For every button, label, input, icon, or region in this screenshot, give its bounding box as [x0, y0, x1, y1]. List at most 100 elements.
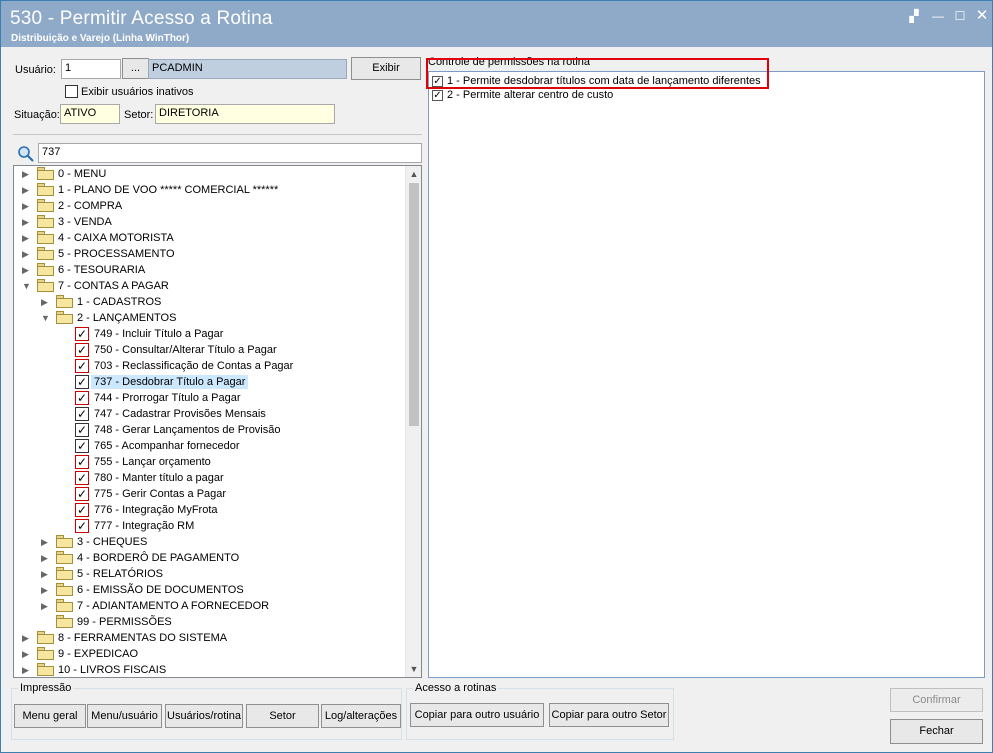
title-bar[interactable]: 530 - Permitir Acesso a Rotina Distribui…: [1, 1, 992, 47]
tree-routine-node[interactable]: ✓ 744 - Prorrogar Título a Pagar: [60, 390, 399, 406]
highlight-box: [426, 58, 769, 89]
show-inactive-label: Exibir usuários inativos: [81, 86, 194, 98]
print-log-button[interactable]: Log/alterações: [321, 704, 401, 728]
tree-routine-node[interactable]: ✓ 703 - Reclassificação de Contas a Pagar: [60, 358, 399, 374]
tree-routine-node[interactable]: ✓ 748 - Gerar Lançamentos de Provisão: [60, 422, 399, 438]
show-inactive-checkbox[interactable]: [65, 85, 78, 98]
tree-node-label: 3 - VENDA: [58, 216, 112, 228]
routine-checkbox[interactable]: ✓: [75, 343, 89, 357]
tree-folder-node[interactable]: 99 - PERMISSÕES: [41, 614, 399, 630]
tree-folder-node[interactable]: ▶ 3 - CHEQUES: [41, 534, 399, 550]
tree-folder-node[interactable]: ▶ 10 - LIVROS FISCAIS: [22, 662, 399, 677]
print-menu-geral-button[interactable]: Menu geral: [14, 704, 86, 728]
tree-routine-node[interactable]: ✓ 776 - Integração MyFrota: [60, 502, 399, 518]
close-icon[interactable]: ✕: [971, 7, 993, 25]
routine-checkbox[interactable]: ✓: [75, 359, 89, 373]
routine-checkbox[interactable]: ✓: [75, 519, 89, 533]
tree-folder-node[interactable]: ▶ 9 - EXPEDICAO: [22, 646, 399, 662]
expand-right-icon[interactable]: ▶: [22, 184, 32, 196]
scroll-down-icon[interactable]: ▼: [406, 661, 421, 677]
tree-folder-node[interactable]: ▶ 7 - ADIANTAMENTO A FORNECEDOR: [41, 598, 399, 614]
tree-routine-node[interactable]: ✓ 780 - Manter título a pagar: [60, 470, 399, 486]
expand-right-icon[interactable]: ▶: [41, 552, 51, 564]
tree-routine-node[interactable]: ✓ 755 - Lançar orçamento: [60, 454, 399, 470]
tree-routine-node[interactable]: ✓ 765 - Acompanhar fornecedor: [60, 438, 399, 454]
routine-checkbox[interactable]: ✓: [75, 471, 89, 485]
routine-checkbox[interactable]: ✓: [75, 375, 89, 389]
expand-right-icon[interactable]: ▶: [22, 264, 32, 276]
tree-routine-node[interactable]: ✓ 737 - Desdobrar Título a Pagar: [60, 374, 399, 390]
tree-folder-node[interactable]: ▶ 0 - MENU: [22, 166, 399, 182]
tree-routine-node[interactable]: ✓ 749 - Incluir Título a Pagar: [60, 326, 399, 342]
copy-to-user-button[interactable]: Copiar para outro usuário: [410, 703, 544, 727]
permissions-list[interactable]: ✓ 1 - Permite desdobrar títulos com data …: [428, 71, 985, 678]
tree-routine-node[interactable]: ✓ 747 - Cadastrar Provisões Mensais: [60, 406, 399, 422]
expand-right-icon[interactable]: ▶: [41, 600, 51, 612]
tree-folder-node[interactable]: ▶ 1 - PLANO DE VOO ***** COMERCIAL ******: [22, 182, 399, 198]
print-menu-usuario-button[interactable]: Menu/usuário: [87, 704, 162, 728]
tree-folder-node[interactable]: ▼ 2 - LANÇAMENTOS: [41, 310, 399, 326]
tree-folder-node[interactable]: ▶ 1 - CADASTROS: [41, 294, 399, 310]
tree-routine-node[interactable]: ✓ 775 - Gerir Contas a Pagar: [60, 486, 399, 502]
tree-node-label: 2 - LANÇAMENTOS: [77, 312, 177, 324]
tree-routine-node[interactable]: ✓ 750 - Consultar/Alterar Título a Pagar: [60, 342, 399, 358]
expand-right-icon[interactable]: ▶: [41, 536, 51, 548]
routine-checkbox[interactable]: ✓: [75, 487, 89, 501]
routine-checkbox[interactable]: ✓: [75, 455, 89, 469]
tree-folder-node[interactable]: ▶ 4 - CAIXA MOTORISTA: [22, 230, 399, 246]
expand-right-icon[interactable]: ▶: [22, 200, 32, 212]
expand-right-icon[interactable]: ▶: [22, 632, 32, 644]
routine-checkbox[interactable]: ✓: [75, 391, 89, 405]
scroll-up-icon[interactable]: ▲: [406, 166, 421, 182]
expand-right-icon[interactable]: ▶: [22, 248, 32, 260]
close-button[interactable]: Fechar: [890, 719, 983, 744]
copy-to-sector-button[interactable]: Copiar para outro Setor: [549, 703, 669, 727]
print-setor-button[interactable]: Setor: [246, 704, 319, 728]
minimize-icon[interactable]: —: [927, 7, 949, 25]
tree-folder-node[interactable]: ▶ 4 - BORDERÔ DE PAGAMENTO: [41, 550, 399, 566]
routine-tree[interactable]: ▶ 0 - MENU ▶ 1 - PLANO DE VOO ***** COMERCI…: [13, 165, 422, 678]
folder-icon: [37, 263, 54, 276]
restore-icon[interactable]: ▞: [903, 7, 925, 25]
tree-folder-node[interactable]: ▶ 6 - TESOURARIA: [22, 262, 399, 278]
expand-right-icon[interactable]: ▶: [41, 568, 51, 580]
expand-right-icon[interactable]: ▶: [41, 584, 51, 596]
routine-checkbox[interactable]: ✓: [75, 503, 89, 517]
user-code-input[interactable]: 1: [61, 59, 121, 79]
maximize-icon[interactable]: ☐: [949, 7, 971, 25]
tree-scrollbar[interactable]: ▲ ▼: [405, 166, 421, 677]
scroll-thumb[interactable]: [409, 183, 419, 426]
tree-folder-node[interactable]: ▶ 3 - VENDA: [22, 214, 399, 230]
expand-right-icon[interactable]: ▶: [22, 648, 32, 660]
user-lookup-button[interactable]: ...: [122, 58, 149, 79]
tree-folder-node[interactable]: ▶ 2 - COMPRA: [22, 198, 399, 214]
routine-checkbox[interactable]: ✓: [75, 439, 89, 453]
tree-folder-node[interactable]: ▼ 7 - CONTAS A PAGAR: [22, 278, 399, 294]
tree-folder-node[interactable]: ▶ 6 - EMISSÃO DE DOCUMENTOS: [41, 582, 399, 598]
expand-right-icon[interactable]: ▶: [22, 232, 32, 244]
permission-checkbox[interactable]: ✓: [432, 90, 443, 101]
tree-folder-node[interactable]: ▶ 8 - FERRAMENTAS DO SISTEMA: [22, 630, 399, 646]
access-group-title: Acesso a rotinas: [413, 682, 499, 694]
expand-right-icon[interactable]: ▶: [41, 296, 51, 308]
routine-checkbox[interactable]: ✓: [75, 327, 89, 341]
tree-node-label: 10 - LIVROS FISCAIS: [58, 664, 167, 676]
routine-checkbox[interactable]: ✓: [75, 423, 89, 437]
routine-checkbox[interactable]: ✓: [75, 407, 89, 421]
show-button[interactable]: Exibir: [351, 57, 421, 80]
tree-node-label: 780 - Manter título a pagar: [94, 472, 224, 484]
window-title: 530 - Permitir Acesso a Rotina: [10, 8, 273, 29]
search-input[interactable]: 737: [38, 143, 422, 163]
expand-right-icon[interactable]: ▶: [22, 664, 32, 676]
tree-routine-node[interactable]: ✓ 777 - Integração RM: [60, 518, 399, 534]
expand-right-icon[interactable]: ▶: [22, 168, 32, 180]
expand-down-icon[interactable]: ▼: [22, 280, 32, 292]
tree-node-label: 703 - Reclassificação de Contas a Pagar: [94, 360, 294, 372]
folder-icon: [37, 215, 54, 228]
print-usuarios-rotina-button[interactable]: Usuários/rotina: [165, 704, 243, 728]
confirm-button[interactable]: Confirmar: [890, 688, 983, 712]
tree-folder-node[interactable]: ▶ 5 - RELATÓRIOS: [41, 566, 399, 582]
expand-down-icon[interactable]: ▼: [41, 312, 51, 324]
tree-folder-node[interactable]: ▶ 5 - PROCESSAMENTO: [22, 246, 399, 262]
expand-right-icon[interactable]: ▶: [22, 216, 32, 228]
